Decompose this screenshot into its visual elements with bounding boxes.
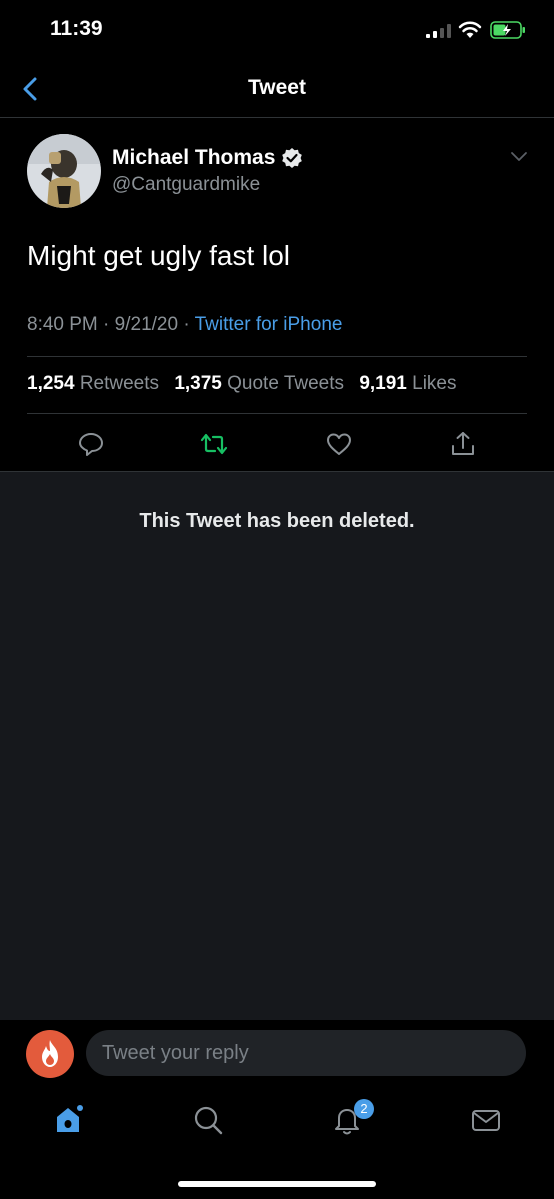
- quotes-label: Quote Tweets: [227, 373, 345, 394]
- reply-input[interactable]: [86, 1030, 526, 1076]
- mail-icon[interactable]: [470, 1104, 502, 1136]
- tweet-text: Might get ugly fast lol: [27, 240, 291, 271]
- like-icon[interactable]: [325, 430, 353, 458]
- flame-icon: [42, 1040, 58, 1067]
- meta-separator: ·: [183, 314, 195, 335]
- chevron-down-icon[interactable]: [510, 150, 528, 164]
- notifications-badge: 2: [354, 1099, 374, 1119]
- share-icon[interactable]: [449, 430, 477, 458]
- battery-icon: [490, 21, 525, 39]
- divider: [27, 413, 527, 414]
- search-icon[interactable]: [192, 1104, 224, 1136]
- avatar-image: [27, 134, 101, 208]
- home-icon[interactable]: [53, 1104, 85, 1136]
- wifi-icon: [458, 21, 482, 38]
- author-name[interactable]: Michael Thomas: [112, 146, 275, 170]
- cellular-signal-icon: [426, 24, 451, 38]
- retweets-count: 1,254: [27, 373, 75, 394]
- likes-label: Likes: [412, 373, 457, 394]
- author-handle[interactable]: @Cantguardmike: [112, 174, 260, 196]
- retweets-label: Retweets: [79, 373, 160, 394]
- retweet-icon[interactable]: [200, 430, 228, 458]
- meta-separator: ·: [103, 314, 115, 335]
- likes-stat[interactable]: 9,191 Likes: [359, 373, 456, 394]
- tweet-time: 8:40 PM: [27, 314, 98, 335]
- page-title: Tweet: [248, 76, 306, 99]
- retweets-stat[interactable]: 1,254 Retweets: [27, 373, 159, 394]
- tweet-meta: 8:40 PM · 9/21/20 · Twitter for iPhone: [27, 314, 342, 336]
- status-time: 11:39: [50, 17, 103, 40]
- tweet-date: 9/21/20: [114, 314, 179, 335]
- tweet-stats: 1,254 Retweets 1,375 Quote Tweets 9,191 …: [27, 373, 467, 395]
- tweet-source-link[interactable]: Twitter for iPhone: [195, 314, 343, 335]
- deleted-notice: This Tweet has been deleted.: [139, 510, 415, 532]
- quote-tweets-stat[interactable]: 1,375 Quote Tweets: [174, 373, 344, 394]
- quotes-count: 1,375: [174, 373, 222, 394]
- reply-icon[interactable]: [77, 430, 105, 458]
- avatar[interactable]: [27, 134, 101, 208]
- reply-avatar[interactable]: [26, 1030, 74, 1078]
- divider: [0, 117, 554, 118]
- deleted-tweet-panel: [0, 472, 554, 1020]
- divider: [27, 356, 527, 357]
- home-indicator: [178, 1181, 376, 1187]
- verified-badge-icon: [282, 148, 302, 168]
- likes-count: 9,191: [359, 373, 407, 394]
